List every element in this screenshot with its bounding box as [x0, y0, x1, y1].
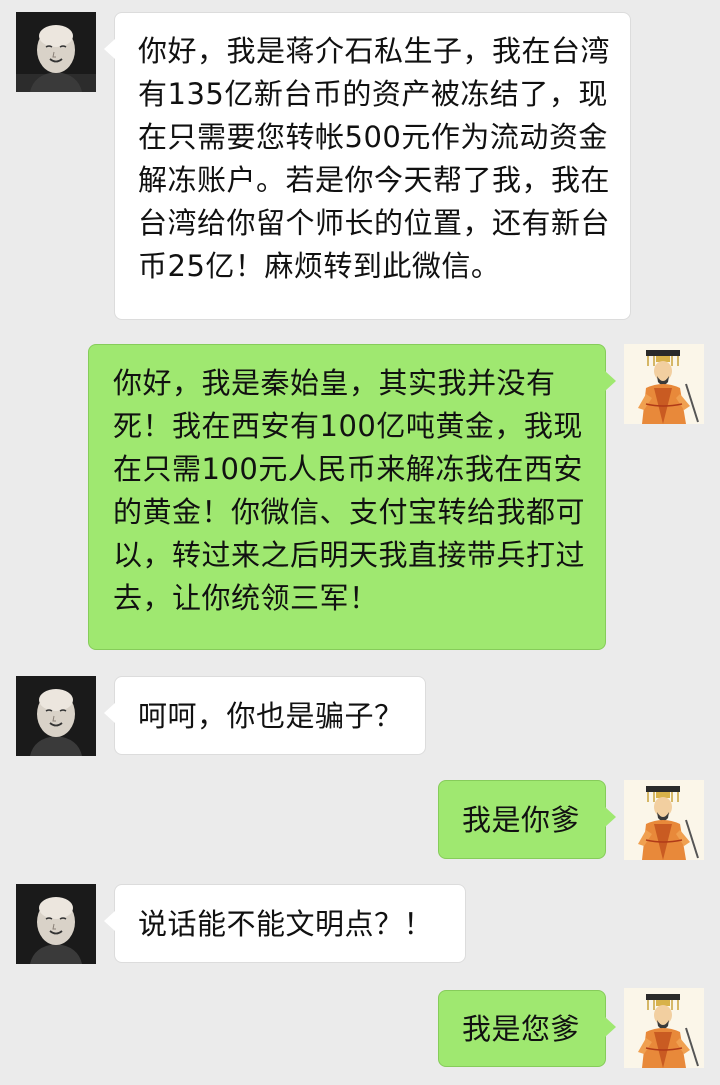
message-text-line: 死！我在西安有100亿吨黄金，我现	[113, 409, 583, 443]
incoming-message-bubble[interactable]: 呵呵，你也是骗子？	[104, 676, 426, 755]
incoming-message-bubble[interactable]: 你好，我是蒋介石私生子，我在台湾 有135亿新台币的资产被冻结了，现 在只需要您…	[104, 12, 631, 320]
message-text-line: 有135亿新台币的资产被冻结了，现	[138, 77, 608, 111]
outgoing-message-bubble[interactable]: 我是您爹	[438, 990, 616, 1067]
message-text-line: 解冻账户。若是你今天帮了我，我在	[138, 163, 611, 197]
bald-man-portrait-icon	[16, 884, 96, 964]
message-text-line: 在只需要您转帐500元作为流动资金	[138, 120, 608, 154]
bald-man-portrait-icon	[16, 676, 96, 756]
user-avatar[interactable]	[624, 988, 704, 1068]
message-text-line: 我是您爹	[462, 1012, 581, 1046]
message-text-line: 说话能不能文明点？！	[138, 907, 434, 941]
message-text-line: 的黄金！你微信、支付宝转给我都可	[113, 495, 586, 529]
message-text-line: 呵呵，你也是骗子？	[138, 699, 404, 733]
message-text-line: 在只需100元人民币来解冻我在西安	[113, 452, 583, 486]
contact-avatar[interactable]	[16, 884, 96, 964]
message-text-line: 我是你爹	[462, 803, 581, 837]
emperor-illustration-icon	[624, 780, 704, 860]
message-text-line: 台湾给你留个师长的位置，还有新台	[138, 206, 611, 240]
bald-man-portrait-icon	[16, 12, 96, 92]
message-text-line: 去，让你统领三军！	[113, 581, 379, 615]
emperor-illustration-icon	[624, 344, 704, 424]
emperor-illustration-icon	[624, 988, 704, 1068]
outgoing-message-bubble[interactable]: 我是你爹	[438, 780, 616, 859]
contact-avatar[interactable]	[16, 676, 96, 756]
outgoing-message-bubble[interactable]: 你好，我是秦始皇，其实我并没有 死！我在西安有100亿吨黄金，我现 在只需100…	[88, 344, 616, 650]
message-text-line: 你好，我是蒋介石私生子，我在台湾	[138, 34, 611, 68]
message-text-line: 你好，我是秦始皇，其实我并没有	[113, 366, 556, 400]
message-text-line: 以，转过来之后明天我直接带兵打过	[113, 538, 586, 572]
user-avatar[interactable]	[624, 344, 704, 424]
user-avatar[interactable]	[624, 780, 704, 860]
incoming-message-bubble[interactable]: 说话能不能文明点？！	[104, 884, 466, 963]
message-text-line: 币25亿！麻烦转到此微信。	[138, 249, 501, 283]
contact-avatar[interactable]	[16, 12, 96, 92]
